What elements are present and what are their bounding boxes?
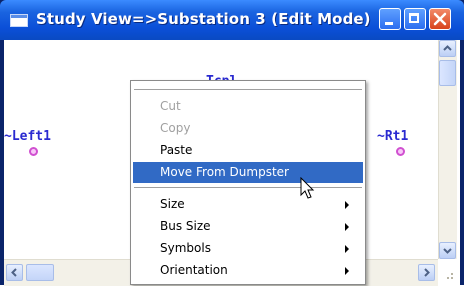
menu-item-bus-size[interactable]: Bus Size [133,216,363,237]
window-title: Study View=>Substation 3 (Edit Mode) [36,10,371,28]
menu-item-cut[interactable]: Cut [133,96,363,117]
menu-item-label: Bus Size [160,219,211,233]
menu-separator [134,89,362,90]
menu-item-label: Move From Dumpster [160,165,289,179]
menu-item-move-from-dumpster[interactable]: Move From Dumpster [133,162,363,183]
node-label-left[interactable]: ~Left1 [4,129,51,144]
resize-grip-icon[interactable] [440,262,456,282]
scroll-right-button[interactable] [418,264,435,281]
scroll-left-icon [11,268,17,277]
scroll-down-button[interactable] [439,242,456,259]
title-bar[interactable]: Study View=>Substation 3 (Edit Mode) [0,0,464,40]
menu-item-paste[interactable]: Paste [133,140,363,161]
vertical-scroll-thumb[interactable] [439,60,456,86]
submenu-arrow-icon [345,245,349,253]
menu-item-label: Paste [160,143,193,157]
menu-item-orientation[interactable]: Orientation [133,260,363,281]
submenu-arrow-icon [345,267,349,275]
menu-item-size[interactable]: Size [133,194,363,215]
menu-item-label: Cut [160,99,181,113]
node-marker-right[interactable] [396,147,405,156]
scroll-up-icon [443,45,452,51]
node-marker-left[interactable] [29,147,38,156]
close-button[interactable] [429,8,451,30]
study-view-window: Study View=>Substation 3 (Edit Mode) Tcp… [0,0,464,286]
submenu-arrow-icon [345,201,349,209]
scroll-up-button[interactable] [439,40,456,57]
scroll-left-button[interactable] [6,264,23,281]
scroll-right-icon [424,268,430,277]
minimize-button[interactable] [379,8,401,30]
horizontal-scroll-thumb[interactable] [26,264,54,281]
menu-item-label: Size [160,197,185,211]
submenu-arrow-icon [345,223,349,231]
menu-item-label: Copy [160,121,191,135]
maximize-button[interactable] [404,8,426,30]
window-icon[interactable] [10,14,28,27]
menu-item-copy[interactable]: Copy [133,118,363,139]
context-menu: Cut Copy Paste Move From Dumpster Size B… [130,80,366,285]
menu-item-label: Symbols [160,241,211,255]
node-label-right[interactable]: ~Rt1 [377,129,408,144]
menu-item-symbols[interactable]: Symbols [133,238,363,259]
menu-separator [134,187,362,188]
scroll-down-icon [443,248,452,254]
menu-item-label: Orientation [160,263,228,277]
close-icon [433,12,447,26]
vertical-scrollbar[interactable] [438,40,457,259]
mouse-pointer-icon [300,177,315,199]
